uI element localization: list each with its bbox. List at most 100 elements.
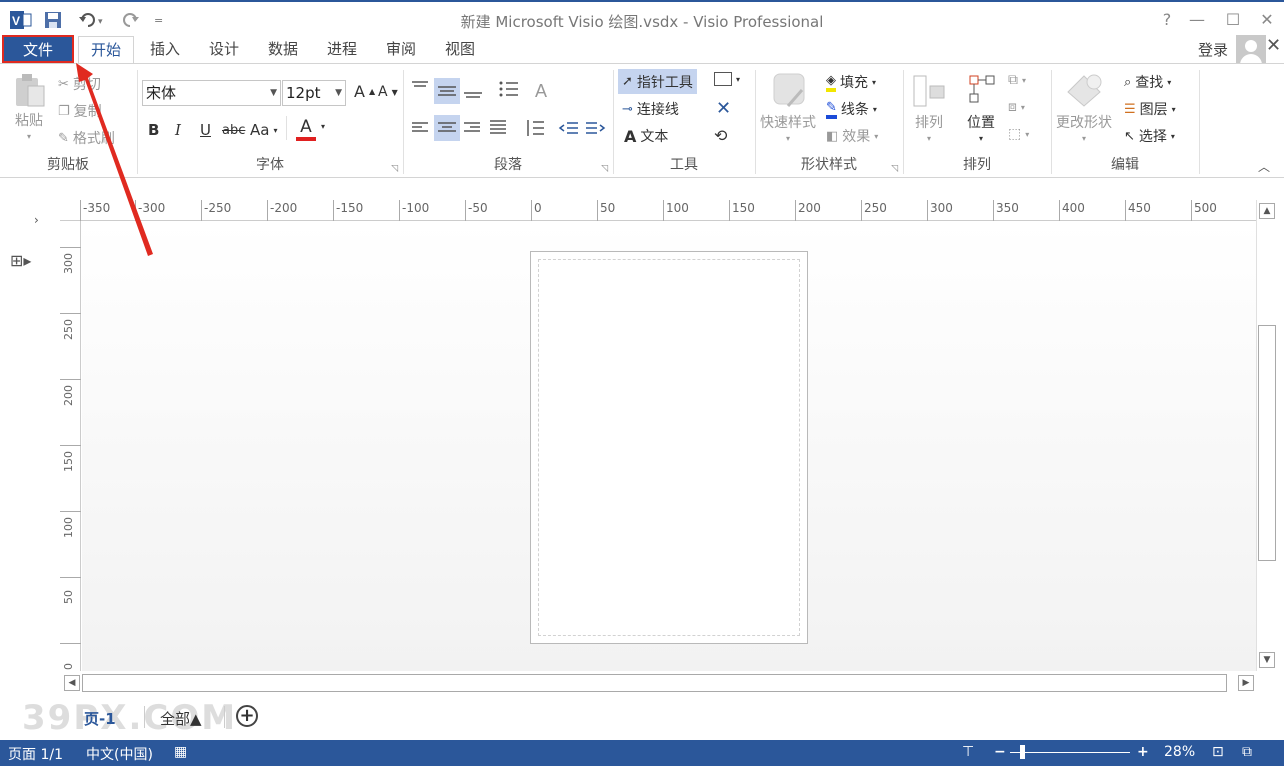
connector-icon: ⊸ [622, 101, 633, 117]
zoom-level[interactable]: 28% [1164, 744, 1195, 760]
layers-button[interactable]: ☰ 图层 ▾ [1124, 99, 1176, 119]
ruler-tick: 500 [1191, 200, 1217, 221]
bold-button[interactable]: B [148, 121, 159, 139]
line-button[interactable]: ✎ 线条 ▾ [826, 99, 877, 119]
decrease-indent-icon[interactable] [558, 118, 580, 138]
switch-windows-icon[interactable]: ⧉ [1242, 744, 1252, 760]
presentation-mode-icon[interactable]: ⊤ [962, 744, 974, 760]
group-clipboard: 粘贴 ▾ ✂ 剪切 ❐ 复制 ✎ 格式刷 剪贴板 [0, 64, 136, 178]
zoom-out-button[interactable]: − [994, 744, 1006, 760]
ruler-tick: 150 [729, 200, 755, 221]
connector-button[interactable]: ⊸ 连接线 [622, 99, 679, 119]
ruler-tick: 400 [1059, 200, 1085, 221]
strikethrough-button[interactable]: abc [222, 123, 245, 138]
tab-view[interactable]: 视图 [435, 36, 485, 64]
shape-styles-dialog-launcher-icon[interactable]: ◹ [891, 164, 898, 174]
horizontal-scroll-thumb[interactable] [82, 674, 1227, 692]
underline-button[interactable]: U [200, 121, 211, 139]
align-bottom-icon[interactable] [462, 78, 484, 102]
font-color-button[interactable]: A [296, 117, 316, 141]
scroll-right-button[interactable]: ▶ [1238, 675, 1254, 691]
tab-process[interactable]: 进程 [317, 36, 367, 64]
macro-record-icon[interactable]: ▦ [174, 744, 187, 760]
position-button[interactable]: 位置 ▾ [962, 72, 1000, 143]
quick-styles-button[interactable]: 快速样式 ▾ [760, 72, 816, 143]
vertical-scroll-thumb[interactable] [1258, 325, 1276, 561]
font-name-select[interactable]: 宋体 ▼ [142, 80, 281, 106]
page-tab-1[interactable]: 页-1 [84, 708, 116, 729]
scroll-up-button[interactable]: ▲ [1259, 203, 1275, 219]
line-pen-icon: ✎ [826, 100, 837, 119]
rotate-connector-icon[interactable]: ⟲ [714, 126, 727, 145]
line-spacing-icon[interactable] [524, 116, 546, 140]
align-middle-icon[interactable] [434, 78, 460, 104]
zoom-slider-thumb[interactable] [1020, 745, 1025, 759]
cut-button[interactable]: ✂ 剪切 [58, 74, 101, 94]
find-label: 查找 [1135, 75, 1164, 91]
drawing-page[interactable] [530, 251, 808, 644]
fill-button[interactable]: ◈ 填充 ▾ [826, 72, 876, 92]
tab-data[interactable]: 数据 [258, 36, 308, 64]
text-tool-button[interactable]: A 文本 [624, 126, 668, 146]
close-icon[interactable]: ✕ [1266, 35, 1282, 56]
arrange-button[interactable]: 排列 ▾ [910, 72, 948, 143]
change-case-label: Aa [250, 121, 270, 139]
grow-font-button[interactable]: A ▲ [354, 82, 375, 101]
zoom-slider[interactable] [1010, 752, 1130, 753]
fit-page-icon[interactable]: ⊡ [1212, 744, 1224, 760]
scroll-down-button[interactable]: ▼ [1259, 652, 1275, 668]
format-painter-button[interactable]: ✎ 格式刷 [58, 128, 115, 148]
brush-icon: ✎ [58, 130, 69, 146]
zoom-in-button[interactable]: + [1137, 744, 1149, 760]
font-size-select[interactable]: 12pt ▼ [282, 80, 346, 106]
copy-button[interactable]: ❐ 复制 [58, 101, 102, 121]
add-page-button[interactable]: + [236, 705, 258, 727]
all-pages-button[interactable]: 全部▲ [160, 708, 202, 729]
increase-indent-icon[interactable] [584, 118, 606, 138]
align-right-icon[interactable] [462, 118, 482, 138]
change-shape-button[interactable]: 更改形状 ▾ [1056, 72, 1112, 143]
text-direction-icon[interactable]: A [532, 78, 554, 102]
tab-insert[interactable]: 插入 [140, 36, 190, 64]
avatar[interactable] [1236, 35, 1266, 65]
ruler-tick: 50 [597, 200, 615, 221]
bring-forward-icon[interactable]: ⧉ ▾ [1008, 72, 1026, 88]
align-center-icon[interactable] [434, 115, 460, 141]
paragraph-dialog-launcher-icon[interactable]: ◹ [601, 164, 608, 174]
scroll-left-button[interactable]: ◀ [64, 675, 80, 691]
change-case-button[interactable]: Aa ▾ [250, 121, 277, 139]
tab-review[interactable]: 审阅 [376, 36, 426, 64]
shapes-pane-icon[interactable]: ⊞▸ [10, 251, 31, 270]
login-link[interactable]: 登录 [1198, 39, 1228, 60]
tab-design[interactable]: 设计 [199, 36, 249, 64]
align-left-icon[interactable] [410, 118, 430, 138]
close-window-button[interactable]: ✕ [1256, 10, 1278, 29]
collapse-ribbon-icon[interactable]: ︿ [1258, 158, 1270, 175]
bullets-icon[interactable] [498, 78, 520, 102]
effects-button[interactable]: ◧ 效果 ▾ [826, 126, 878, 146]
expand-shapes-pane-icon[interactable]: › [34, 213, 39, 227]
tab-home[interactable]: 开始 [78, 36, 134, 64]
maximize-button[interactable]: ☐ [1222, 10, 1244, 29]
font-dialog-launcher-icon[interactable]: ◹ [391, 164, 398, 174]
language-status[interactable]: 中文(中国) [86, 744, 153, 764]
ruler-tick: 350 [993, 200, 1019, 221]
pointer-tool-button[interactable]: ➚ 指针工具 [618, 69, 697, 94]
paste-button[interactable]: 粘贴 ▾ [12, 72, 46, 141]
align-top-icon[interactable] [410, 78, 430, 98]
minimize-button[interactable]: — [1186, 10, 1208, 29]
help-button[interactable]: ? [1156, 10, 1178, 29]
find-button[interactable]: ⌕ 查找 ▾ [1124, 72, 1171, 92]
shrink-font-button[interactable]: A ▼ [378, 84, 398, 100]
group-objects-icon[interactable]: ⬚ ▾ [1008, 126, 1029, 142]
send-backward-icon[interactable]: ⧈ ▾ [1008, 99, 1025, 115]
select-button[interactable]: ↖ 选择 ▾ [1124, 126, 1175, 146]
font-color-dropdown[interactable]: ▾ [321, 122, 325, 131]
delete-connector-icon[interactable]: ✕ [716, 98, 731, 119]
ruler-tick: 100 [60, 511, 81, 538]
page-number-status[interactable]: 页面 1/1 [8, 744, 63, 764]
justify-icon[interactable] [488, 118, 508, 138]
italic-button[interactable]: I [175, 121, 181, 139]
rectangle-tool-button[interactable]: ▾ [714, 72, 740, 86]
tab-file[interactable]: 文件 [2, 35, 74, 63]
